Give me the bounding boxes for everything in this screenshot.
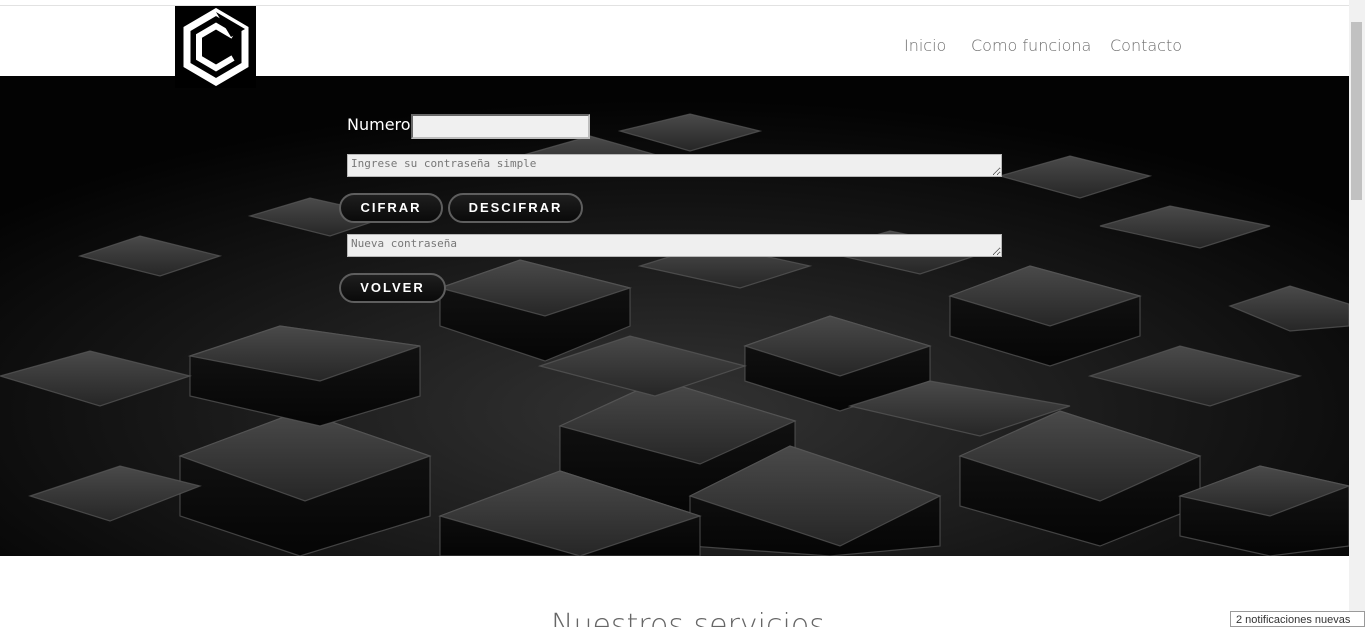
site-logo[interactable] [175,6,256,88]
plain-password-textarea[interactable] [347,154,1002,177]
new-password-textarea[interactable] [347,234,1002,257]
nav-link-inicio[interactable]: Inicio [904,36,946,55]
scrollbar-thumb[interactable] [1351,22,1362,200]
descifrar-button[interactable]: DESCIFRAR [448,193,583,223]
volver-button[interactable]: VOLVER [339,273,446,303]
hexagon-c-logo-icon [183,8,249,86]
cifrar-button[interactable]: CIFRAR [339,193,443,223]
notifications-badge[interactable]: 2 notificaciones nuevas [1230,611,1365,627]
vertical-scrollbar[interactable] [1349,0,1365,627]
nav-link-contacto[interactable]: Contacto [1110,36,1182,55]
page: Inicio Como funciona Contacto Numero Ing… [0,0,1349,627]
services-section-title: Nuestros servicios [551,608,825,627]
numero-label: Numero [347,115,411,134]
hero-section: Numero CIFRAR DESCIFRAR VOLVER [0,76,1349,556]
nav-link-como-funciona[interactable]: Como funciona [971,36,1091,55]
site-header: Inicio Como funciona Contacto [0,6,1349,88]
numero-input[interactable] [411,114,590,139]
cubes-background-image [0,76,1349,556]
